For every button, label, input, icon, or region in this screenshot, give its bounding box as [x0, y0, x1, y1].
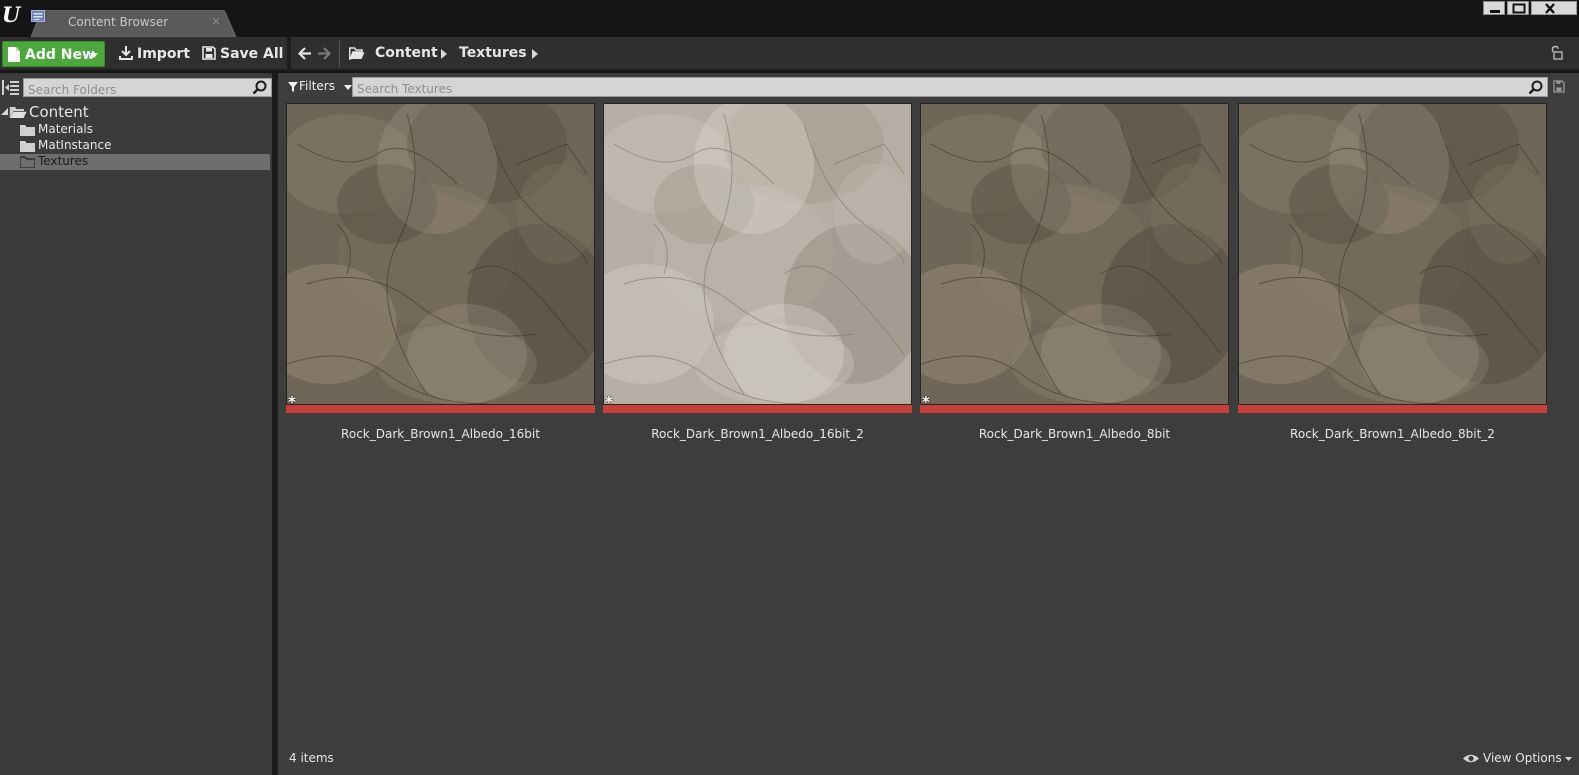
texture-thumbnail [286, 103, 595, 405]
tree-item-materials[interactable]: Materials [0, 122, 270, 138]
add-new-label: Add New [25, 47, 95, 63]
folder-icon [20, 125, 35, 136]
eye-icon [1463, 754, 1479, 763]
tree-item-content[interactable]: Content [0, 103, 270, 121]
save-icon [202, 46, 216, 60]
sources-panel: Content Materials MatInstance Textures [0, 73, 272, 775]
unsaved-asterisk-icon: * [605, 393, 613, 411]
breadcrumb-content[interactable]: Content [375, 45, 438, 61]
texture-thumbnail [920, 103, 1229, 405]
unsaved-asterisk-icon: * [288, 393, 296, 411]
asset-type-bar [920, 405, 1229, 413]
breadcrumb-arrow-icon[interactable] [441, 49, 447, 59]
chevron-down-icon [344, 85, 352, 90]
asset-search-input[interactable] [353, 80, 1503, 98]
asset-view-panel: Filters * Rock_Dark_Brown1_Albedo_16bit * R… [278, 73, 1579, 775]
asset-tile[interactable]: * Rock_Dark_Brown1_Albedo_16bit_2 [603, 103, 912, 443]
import-label: Import [137, 46, 191, 62]
tab-close-icon[interactable]: × [211, 14, 221, 28]
folder-open-icon[interactable] [349, 47, 365, 60]
unreal-editor-window: U Content Browser × Add New Import Save … [0, 0, 1579, 775]
minimize-button[interactable] [1483, 1, 1505, 15]
maximize-icon [1512, 3, 1526, 14]
chevron-down-icon [90, 53, 98, 58]
folder-icon [20, 156, 35, 168]
add-new-button[interactable]: Add New [2, 41, 105, 67]
expand-arrow-icon[interactable] [1, 108, 8, 115]
tree-item-label: MatInstance [38, 138, 112, 152]
breadcrumb-textures[interactable]: Textures [459, 45, 527, 61]
tab-label: Content Browser [68, 15, 169, 29]
close-icon [1545, 3, 1555, 14]
unsaved-asterisk-icon: * [922, 393, 930, 411]
save-all-button[interactable]: Save All [200, 41, 284, 67]
forward-arrow-icon[interactable] [317, 47, 331, 60]
asset-type-bar [286, 405, 595, 413]
view-options-button[interactable]: View Options [1462, 749, 1572, 767]
folder-search-input[interactable] [24, 81, 244, 99]
filter-icon [288, 82, 298, 92]
tab-content-browser[interactable]: Content Browser × [31, 10, 238, 37]
asset-search-field[interactable] [352, 77, 1548, 98]
texture-thumbnail [603, 103, 912, 405]
asset-type-bar [603, 405, 912, 413]
new-file-icon [8, 47, 20, 62]
minimize-icon [1490, 10, 1500, 13]
sources-toggle-icon[interactable] [2, 80, 19, 95]
lock-icon[interactable] [1549, 45, 1563, 61]
asset-tile[interactable]: * Rock_Dark_Brown1_Albedo_16bit [286, 103, 595, 443]
breadcrumb-arrow-icon[interactable] [532, 49, 538, 59]
asset-type-bar [1238, 405, 1547, 413]
close-button[interactable] [1531, 1, 1577, 15]
toolbar-separator [287, 37, 291, 71]
import-button[interactable]: Import [117, 41, 191, 67]
history-separator [339, 41, 340, 67]
import-icon [119, 46, 133, 60]
asset-name-label: Rock_Dark_Brown1_Albedo_8bit [978, 427, 1171, 441]
asset-name-label: Rock_Dark_Brown1_Albedo_16bit [341, 427, 540, 441]
back-arrow-icon[interactable] [298, 47, 312, 60]
filters-button[interactable]: Filters [286, 79, 352, 97]
content-browser-toolbar: Add New Import Save All Content Textures [0, 37, 1579, 71]
content-browser-icon [31, 10, 45, 22]
item-count-label: 4 items [289, 751, 334, 765]
view-options-label: View Options [1483, 751, 1562, 765]
chevron-down-icon [1565, 757, 1572, 761]
texture-thumbnail [1238, 103, 1547, 405]
tree-item-matinstance[interactable]: MatInstance [0, 138, 270, 154]
folder-search-field[interactable] [23, 78, 272, 99]
asset-name-label: Rock_Dark_Brown1_Albedo_16bit_2 [651, 427, 864, 441]
filters-label: Filters [299, 79, 335, 93]
folder-open-icon [9, 107, 27, 118]
save-all-label: Save All [220, 46, 284, 62]
tree-item-label: Materials [38, 122, 94, 136]
search-icon[interactable] [252, 80, 267, 95]
save-search-icon[interactable] [1553, 80, 1565, 93]
unreal-logo-icon[interactable]: U [0, 3, 22, 27]
title-bar: U Content Browser × [0, 0, 1579, 37]
folder-icon [20, 141, 35, 152]
asset-tile[interactable]: * Rock_Dark_Brown1_Albedo_8bit [920, 103, 1229, 443]
maximize-button[interactable] [1507, 1, 1529, 15]
search-icon[interactable] [1528, 80, 1543, 95]
tree-item-label: Content [29, 103, 89, 121]
tree-item-textures[interactable]: Textures [0, 154, 270, 170]
asset-name-label: Rock_Dark_Brown1_Albedo_8bit_2 [1290, 427, 1495, 441]
asset-tile[interactable]: Rock_Dark_Brown1_Albedo_8bit_2 [1238, 103, 1547, 443]
tree-item-label: Textures [38, 154, 89, 168]
